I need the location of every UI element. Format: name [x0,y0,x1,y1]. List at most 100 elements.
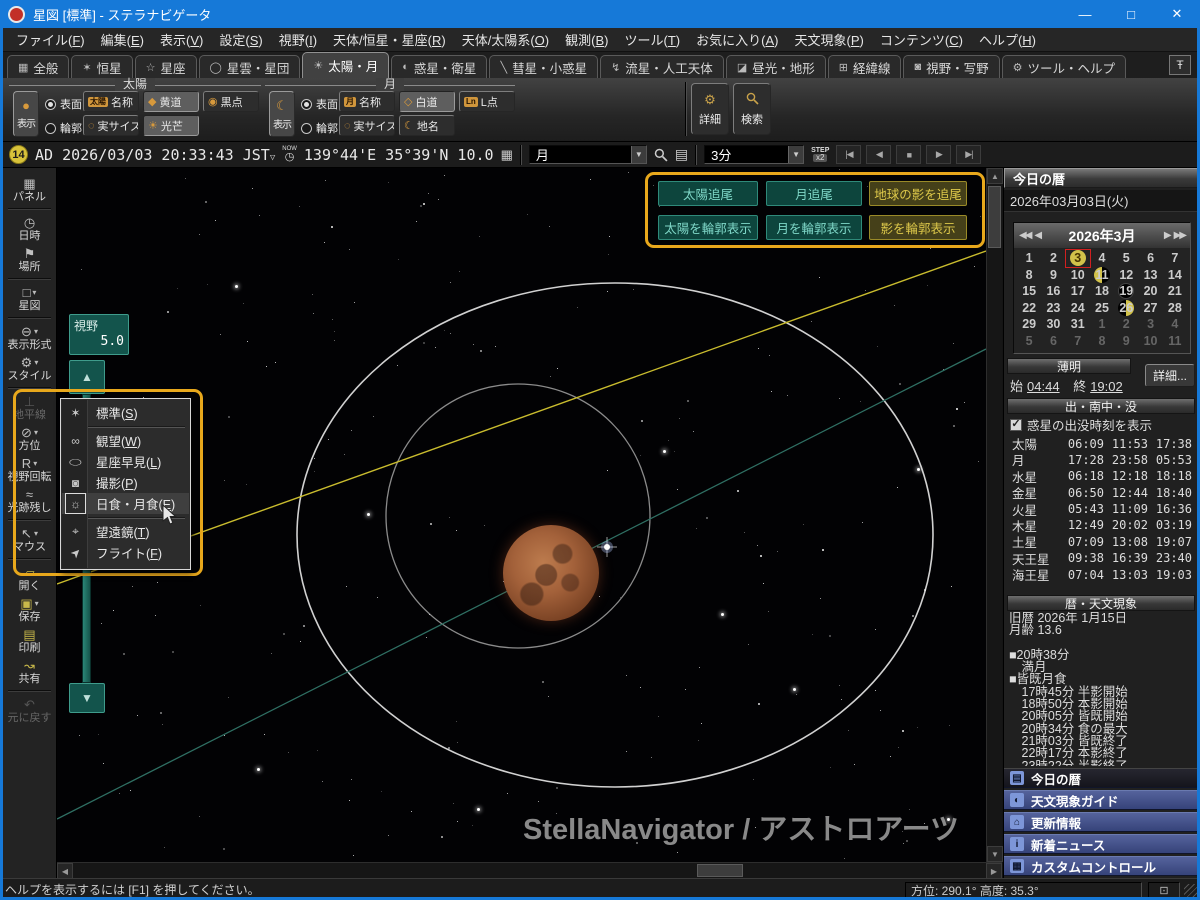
interval-combo[interactable]: 3分 ▼ [704,145,804,164]
calendar-day-11[interactable]: 11 [1090,267,1114,284]
button-実サイズ[interactable]: ◌実サイズ [339,115,395,136]
tracking-太陽を輪郭表示[interactable]: 太陽を輪郭表示 [658,215,758,240]
menu-ヘルプ[interactable]: ヘルプ(H) [971,30,1044,49]
sidebar-item-日時[interactable]: ◷日時 [3,213,56,244]
skip-start-button[interactable]: |◀ [836,145,861,164]
twilight-begin-link[interactable]: 04:44 [1027,379,1060,394]
button-名称[interactable]: 太陽名称 [83,91,139,112]
close-button[interactable]: ✕ [1154,0,1200,28]
scroll-left-arrow[interactable]: ◀ [57,863,73,879]
calendar-day-7[interactable]: 7 [1163,250,1187,267]
fov-button[interactable]: 視野 5.0 [69,314,129,355]
calendar-day-25[interactable]: 25 [1090,300,1114,317]
tracking-月追尾[interactable]: 月追尾 [766,181,862,206]
calendar-day-9[interactable]: 9 [1041,267,1065,284]
sidebar-item-視野回転[interactable]: R▾視野回転 [3,454,56,485]
list-icon[interactable]: ▤ [675,146,688,163]
stop-button[interactable]: ■ [896,145,921,164]
sidebar-item-開く[interactable]: ▱開く [3,563,56,594]
calendar-day-27[interactable]: 27 [1138,300,1162,317]
tab-恒星[interactable]: ✶恒星 [71,55,132,78]
sidebar-item-マウス[interactable]: ↖▾マウス [3,524,56,555]
now-clock-icon[interactable]: NOW◷ [282,146,297,163]
scroll-down-arrow[interactable]: ▼ [987,846,1003,862]
menu-編集[interactable]: 編集(E) [93,30,152,49]
sidebar-item-印刷[interactable]: ▤印刷 [3,625,56,656]
calendar-day-19[interactable]: 19 [1114,283,1138,300]
step-back-button[interactable]: ◀ [866,145,891,164]
radio-輪郭[interactable]: 輪郭 [45,120,82,136]
tab-視野・写野[interactable]: ◙視野・写野 [903,55,999,78]
hscroll-thumb[interactable] [697,864,743,877]
button-白道[interactable]: ◇白道 [399,91,455,112]
calendar-day-23[interactable]: 23 [1041,300,1065,317]
calendar-day-20[interactable]: 20 [1138,283,1162,300]
tab-彗星・小惑星[interactable]: ╲彗星・小惑星 [489,55,598,78]
tab-昼光・地形[interactable]: ◪昼光・地形 [726,55,826,78]
twilight-end-link[interactable]: 19:02 [1090,379,1123,394]
sidebar-item-パネル[interactable]: ▦パネル [3,174,56,205]
tab-全般[interactable]: ▦全般 [7,55,69,78]
sidebar-item-星図[interactable]: □▾星図 [3,283,56,314]
menu-コンテンツ[interactable]: コンテンツ(C) [872,30,971,49]
button-黄道[interactable]: ◆黄道 [143,91,199,112]
sidebar-item-場所[interactable]: ⚑場所 [3,244,56,275]
panel-nav-今日の暦[interactable]: ▤今日の暦 [1004,768,1197,788]
sidebar-item-共有[interactable]: ↝共有 [3,656,56,687]
calendar-day-3[interactable]: 3 [1066,250,1090,267]
tab-経緯線[interactable]: ⊞経緯線 [828,55,902,78]
pin-icon[interactable]: Ŧ [1169,55,1191,75]
keyboard-icon[interactable]: ▦ [501,147,513,163]
calendar-day-14[interactable]: 14 [1163,267,1187,284]
play-button[interactable]: ▶ [926,145,951,164]
calendar-day-10[interactable]: 10 [1138,333,1162,350]
scroll-up-arrow[interactable]: ▲ [987,168,1003,184]
calendar-day-15[interactable]: 15 [1017,283,1041,300]
skip-end-button[interactable]: ▶| [956,145,981,164]
calendar-day-2[interactable]: 2 [1114,316,1138,333]
style-menu-item-撮影[interactable]: ◙撮影(P) [62,472,189,493]
tab-ツール・ヘルプ[interactable]: ⚙ツール・ヘルプ [1002,55,1126,78]
minimize-button[interactable]: — [1062,0,1108,28]
calendar-day-31[interactable]: 31 [1066,316,1090,333]
太陽-display-button[interactable]: ●表示 [13,91,39,137]
calendar-day-9[interactable]: 9 [1114,333,1138,350]
calendar-day-21[interactable]: 21 [1163,283,1187,300]
menu-設定[interactable]: 設定(S) [211,30,270,49]
menu-天体/太陽系[interactable]: 天体/太陽系(O) [454,30,557,49]
calendar-day-18[interactable]: 18 [1090,283,1114,300]
tracking-月を輪郭表示[interactable]: 月を輪郭表示 [766,215,862,240]
scroll-right-arrow[interactable]: ▶ [986,863,1002,879]
step-x2-button[interactable]: STEPx2 [811,147,829,162]
zoom-in-button[interactable]: ▲ [69,360,105,394]
menu-表示[interactable]: 表示(V) [152,30,211,49]
menu-お気に入り[interactable]: お気に入り(A) [688,30,786,49]
calendar-day-26[interactable]: 26 [1114,300,1138,317]
radio-表面[interactable]: 表面 [301,96,338,112]
horizontal-scrollbar[interactable]: ◀ ▶ [57,862,1002,878]
maximize-button[interactable]: □ [1108,0,1154,28]
calendar-day-24[interactable]: 24 [1066,300,1090,317]
tracking-太陽追尾[interactable]: 太陽追尾 [658,181,758,206]
calendar-day-6[interactable]: 6 [1138,250,1162,267]
prev-month-button[interactable]: ◀ [1034,230,1040,241]
calendar-day-5[interactable]: 5 [1114,250,1138,267]
calendar-day-12[interactable]: 12 [1114,267,1138,284]
sidebar-item-表示形式[interactable]: ⊖▾表示形式 [3,322,56,353]
panel-nav-更新情報[interactable]: ⌂更新情報 [1004,812,1197,832]
menu-ファイル[interactable]: ファイル(F) [8,30,93,49]
style-menu-item-観望[interactable]: ∞観望(W) [62,430,189,451]
button-光芒[interactable]: ☀光芒 [143,115,199,136]
menu-視野[interactable]: 視野(I) [271,30,325,49]
tracking-影を輪郭表示[interactable]: 影を輪郭表示 [869,215,967,240]
datetime-display[interactable]: AD 2026/03/03 20:33:43 JST▽ [35,146,275,164]
calendar-day-4[interactable]: 4 [1163,316,1187,333]
detail-button[interactable]: ⚙ 詳細 [691,83,729,135]
target-combo[interactable]: 月 ▼ [529,145,647,164]
calendar-day-8[interactable]: 8 [1090,333,1114,350]
next-year-button[interactable]: ▶▶ [1174,230,1185,241]
calendar-day-29[interactable]: 29 [1017,316,1041,333]
button-黒点[interactable]: ◉黒点 [203,91,259,112]
tab-惑星・衛星[interactable]: ◐惑星・衛星 [391,55,487,78]
show-planet-times-checkbox[interactable]: ✓ 惑星の出没時刻を表示 [1010,415,1152,434]
